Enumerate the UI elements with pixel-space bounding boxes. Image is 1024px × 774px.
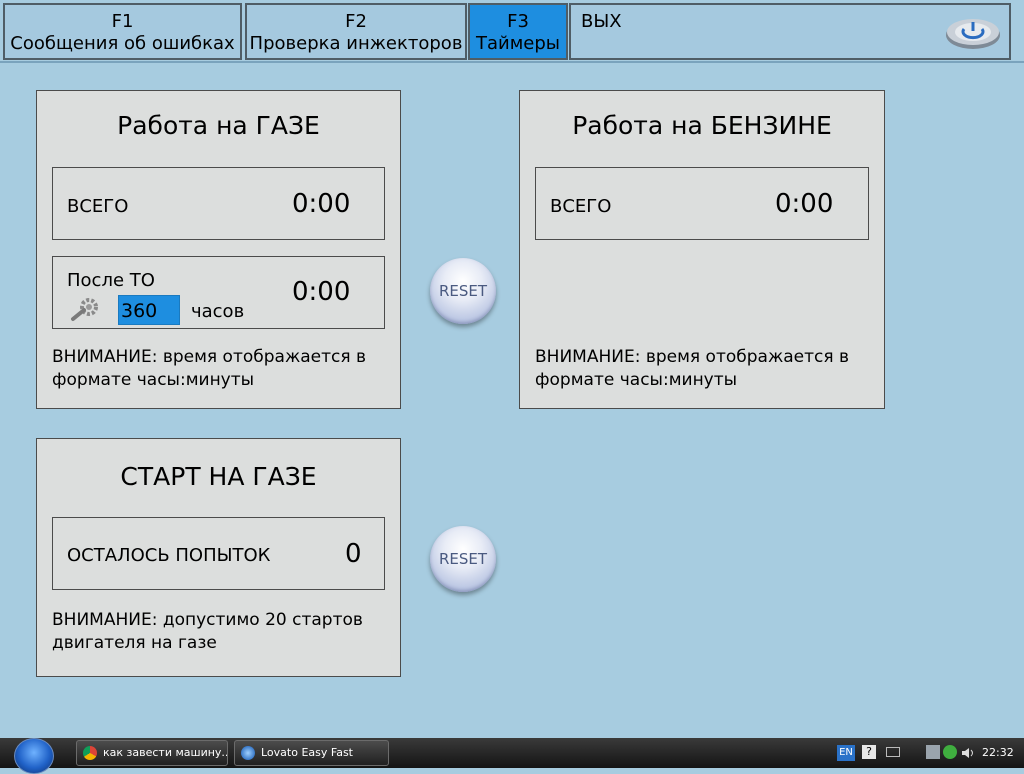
exit-label: ВЫХ [581, 11, 622, 32]
tab-divider [0, 61, 1024, 63]
tab-label: Таймеры [475, 33, 560, 54]
antivirus-icon[interactable] [943, 745, 957, 759]
clock: 22:32 [982, 746, 1014, 759]
gas-start-panel: СТАРТ НА ГАЗЕ ОСТАЛОСЬ ПОПЫТОК 0 ВНИМАНИ… [36, 438, 401, 677]
language-indicator[interactable]: EN [837, 745, 855, 761]
taskbar-item-label: как завести машину... [103, 746, 228, 759]
petrol-work-panel: Работа на БЕНЗИНЕ ВСЕГО 0:00 ВНИМАНИЕ: в… [519, 90, 885, 409]
tab-key: F3 [507, 11, 529, 32]
tab-bar: F1 Сообщения об ошибках F2 Проверка инже… [0, 0, 1024, 62]
tab-injector-check[interactable]: F2 Проверка инжекторов [245, 3, 467, 60]
gas-total-value: 0:00 [292, 189, 351, 219]
note-line: двигателя на газе [52, 633, 217, 653]
panel-title: СТАРТ НА ГАЗЕ [120, 462, 317, 491]
petrol-total-box: ВСЕГО 0:00 [535, 167, 869, 240]
service-hours-input[interactable]: 360 [118, 295, 180, 325]
reset-service-button[interactable]: RESET [430, 258, 496, 324]
hours-unit-label: часов [191, 301, 245, 322]
panel-title: Работа на БЕНЗИНЕ [572, 111, 832, 140]
tab-timers[interactable]: F3 Таймеры [468, 3, 568, 60]
tab-label: Сообщения об ошибках [10, 33, 235, 54]
volume-icon[interactable] [961, 745, 975, 759]
tab-key: F1 [111, 11, 134, 32]
taskbar-item-lovato[interactable]: Lovato Easy Fast [234, 740, 389, 766]
windows-start-icon[interactable] [14, 738, 54, 774]
wrench-gear-icon [69, 295, 103, 323]
tab-label: Проверка инжекторов [249, 33, 463, 54]
note-line: ВНИМАНИЕ: время отображается в [52, 347, 367, 367]
petrol-total-label: ВСЕГО [550, 196, 612, 217]
petrol-note: ВНИМАНИЕ: время отображается в формате ч… [535, 346, 849, 392]
attempts-label: ОСТАЛОСЬ ПОПЫТОК [67, 545, 271, 566]
note-line: формате часы:минуты [52, 370, 255, 390]
taskbar-item-browser[interactable]: как завести машину... [76, 740, 228, 766]
gas-note: ВНИМАНИЕ: время отображается в формате ч… [52, 346, 366, 392]
gas-work-panel: Работа на ГАЗЕ ВСЕГО 0:00 После ТО 360 ч… [36, 90, 401, 409]
tab-error-messages[interactable]: F1 Сообщения об ошибках [3, 3, 242, 60]
taskbar-item-label: Lovato Easy Fast [261, 746, 353, 759]
reset-attempts-button[interactable]: RESET [430, 526, 496, 592]
gas-total-box: ВСЕГО 0:00 [52, 167, 385, 240]
chrome-icon [83, 746, 97, 760]
attempts-value: 0 [345, 539, 362, 569]
tab-exit[interactable]: ВЫХ [569, 3, 1011, 60]
gas-total-label: ВСЕГО [67, 196, 129, 217]
gas-after-service-box: После ТО 360 часов 0:00 [52, 256, 385, 329]
attempts-box: ОСТАЛОСЬ ПОПЫТОК 0 [52, 517, 385, 590]
after-service-label: После ТО [67, 270, 155, 291]
note-line: ВНИМАНИЕ: допустимо 20 стартов [52, 610, 363, 630]
gas-start-note: ВНИМАНИЕ: допустимо 20 стартов двигателя… [52, 609, 363, 655]
power-icon[interactable] [945, 13, 1001, 51]
after-service-value: 0:00 [292, 277, 351, 307]
network-icon[interactable] [926, 745, 940, 759]
petrol-total-value: 0:00 [775, 189, 834, 219]
note-line: формате часы:минуты [535, 370, 738, 390]
panel-title: Работа на ГАЗЕ [117, 111, 320, 140]
lovato-app-icon [241, 746, 255, 760]
tab-key: F2 [345, 11, 367, 32]
safely-remove-icon[interactable] [886, 747, 900, 757]
taskbar: как завести машину... Lovato Easy Fast E… [0, 738, 1024, 774]
note-line: ВНИМАНИЕ: время отображается в [535, 347, 850, 367]
help-icon[interactable]: ? [862, 745, 876, 759]
